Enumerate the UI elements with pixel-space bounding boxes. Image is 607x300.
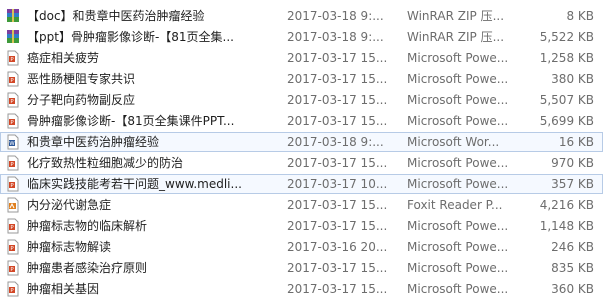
powerpoint-icon: P [5, 155, 21, 171]
powerpoint-icon: P [5, 260, 21, 276]
powerpoint-icon: P [5, 71, 21, 87]
file-row[interactable]: P 分子靶向药物副反应 2017-03-17 15... Microsoft Powe… [0, 90, 603, 110]
file-size: 4,216 KB [539, 198, 594, 212]
file-name: 骨肿瘤影像诊断-【81页全集课件PPT... [27, 114, 235, 128]
file-size: 8 KB [566, 9, 594, 23]
file-type: Microsoft Powe... [407, 114, 509, 128]
powerpoint-icon: P [5, 92, 21, 108]
file-size: 357 KB [551, 177, 594, 191]
file-name: 【doc】和贵章中医药治肿瘤经验 [27, 9, 205, 23]
file-row[interactable]: P 临床实践技能考若干问题_www.medli... 2017-03-17 10..… [0, 174, 603, 194]
file-type: WinRAR ZIP 压... [407, 9, 505, 23]
file-size: 5,699 KB [539, 114, 594, 128]
file-date: 2017-03-17 15... [287, 198, 388, 212]
file-date: 2017-03-18 9:... [287, 9, 384, 23]
file-row[interactable]: 【ppt】骨肿瘤影像诊断-【81页全集... 2017-03-18 9:... Wi… [0, 27, 603, 47]
file-size: 835 KB [551, 261, 594, 275]
pdf-icon [5, 197, 21, 213]
file-size: 1,258 KB [539, 51, 594, 65]
file-name: 分子靶向药物副反应 [27, 93, 136, 107]
svg-text:W: W [9, 141, 15, 147]
file-date: 2017-03-17 15... [287, 114, 388, 128]
file-size: 16 KB [558, 135, 594, 149]
file-row[interactable]: P 癌症相关疲劳 2017-03-17 15... Microsoft Powe...… [0, 48, 603, 68]
file-type: Microsoft Powe... [407, 156, 509, 170]
file-row[interactable]: P 肿瘤患者感染治疗原则 2017-03-17 15... Microsoft Pow… [0, 258, 603, 278]
file-date: 2017-03-18 9:... [287, 30, 384, 44]
file-name: 【ppt】骨肿瘤影像诊断-【81页全集... [27, 30, 234, 44]
file-date: 2017-03-17 15... [287, 219, 388, 233]
file-size: 5,507 KB [539, 93, 594, 107]
file-size: 5,522 KB [539, 30, 594, 44]
file-size: 380 KB [551, 72, 594, 86]
winrar-icon [5, 8, 21, 24]
file-size: 246 KB [551, 240, 594, 254]
file-name: 和贵章中医药治肿瘤经验 [27, 135, 160, 149]
file-name: 恶性肠梗阻专家共识 [27, 72, 136, 86]
file-size: 970 KB [551, 156, 594, 170]
powerpoint-icon: P [5, 218, 21, 234]
file-date: 2017-03-16 20... [287, 240, 388, 254]
file-row[interactable]: P 肿瘤标志物的临床解析 2017-03-17 15... Microsoft Pow… [0, 216, 603, 236]
file-type: Microsoft Powe... [407, 261, 509, 275]
file-name: 癌症相关疲劳 [27, 51, 100, 65]
file-row[interactable]: P 恶性肠梗阻专家共识 2017-03-17 15... Microsoft Powe… [0, 69, 603, 89]
file-row[interactable]: 内分泌代谢急症 2017-03-17 15... Foxit Reader P...… [0, 195, 603, 215]
file-date: 2017-03-17 15... [287, 51, 388, 65]
file-type: Microsoft Powe... [407, 93, 509, 107]
file-date: 2017-03-17 15... [287, 282, 388, 296]
powerpoint-icon: P [5, 113, 21, 129]
file-type: Microsoft Powe... [407, 219, 509, 233]
file-date: 2017-03-18 9:... [287, 135, 384, 149]
file-date: 2017-03-17 15... [287, 93, 388, 107]
powerpoint-icon: P [5, 50, 21, 66]
file-type: WinRAR ZIP 压... [407, 30, 505, 44]
file-row[interactable]: P 肿瘤相关基因 2017-03-17 15... Microsoft Powe...… [0, 279, 603, 299]
file-name: 肿瘤标志物解读 [27, 240, 112, 254]
file-date: 2017-03-17 15... [287, 261, 388, 275]
file-row[interactable]: P 骨肿瘤影像诊断-【81页全集课件PPT... 2017-03-17 15... M… [0, 111, 603, 131]
file-date: 2017-03-17 15... [287, 72, 388, 86]
file-row[interactable]: 【doc】和贵章中医药治肿瘤经验 2017-03-18 9:... WinRAR Z… [0, 6, 603, 26]
file-type: Microsoft Powe... [407, 51, 509, 65]
file-list: 【doc】和贵章中医药治肿瘤经验 2017-03-18 9:... WinRAR Z… [0, 0, 607, 298]
file-row[interactable]: P 化疗致热性粒细胞减少的防治 2017-03-17 15... Microsoft … [0, 153, 603, 173]
file-row[interactable]: W 和贵章中医药治肿瘤经验 2017-03-18 9:... Microsoft Wo… [0, 132, 603, 152]
file-name: 肿瘤患者感染治疗原则 [27, 261, 148, 275]
file-type: Foxit Reader P... [407, 198, 503, 212]
file-name: 肿瘤相关基因 [27, 282, 100, 296]
file-name: 肿瘤标志物的临床解析 [27, 219, 148, 233]
file-type: Microsoft Powe... [407, 240, 509, 254]
file-size: 1,148 KB [539, 219, 594, 233]
file-type: Microsoft Wor... [407, 135, 500, 149]
powerpoint-icon: P [5, 239, 21, 255]
file-type: Microsoft Powe... [407, 282, 509, 296]
file-type: Microsoft Powe... [407, 72, 509, 86]
file-name: 临床实践技能考若干问题_www.medli... [27, 177, 242, 191]
file-size: 360 KB [551, 282, 594, 296]
file-date: 2017-03-17 15... [287, 156, 388, 170]
winrar-icon [5, 29, 21, 45]
file-name: 内分泌代谢急症 [27, 198, 112, 212]
file-row[interactable]: P 肿瘤标志物解读 2017-03-16 20... Microsoft Powe..… [0, 237, 603, 257]
powerpoint-icon: P [5, 281, 21, 297]
file-date: 2017-03-17 10... [287, 177, 388, 191]
file-type: Microsoft Powe... [407, 177, 509, 191]
word-icon: W [5, 134, 21, 150]
powerpoint-icon: P [5, 176, 21, 192]
file-name: 化疗致热性粒细胞减少的防治 [27, 156, 184, 170]
